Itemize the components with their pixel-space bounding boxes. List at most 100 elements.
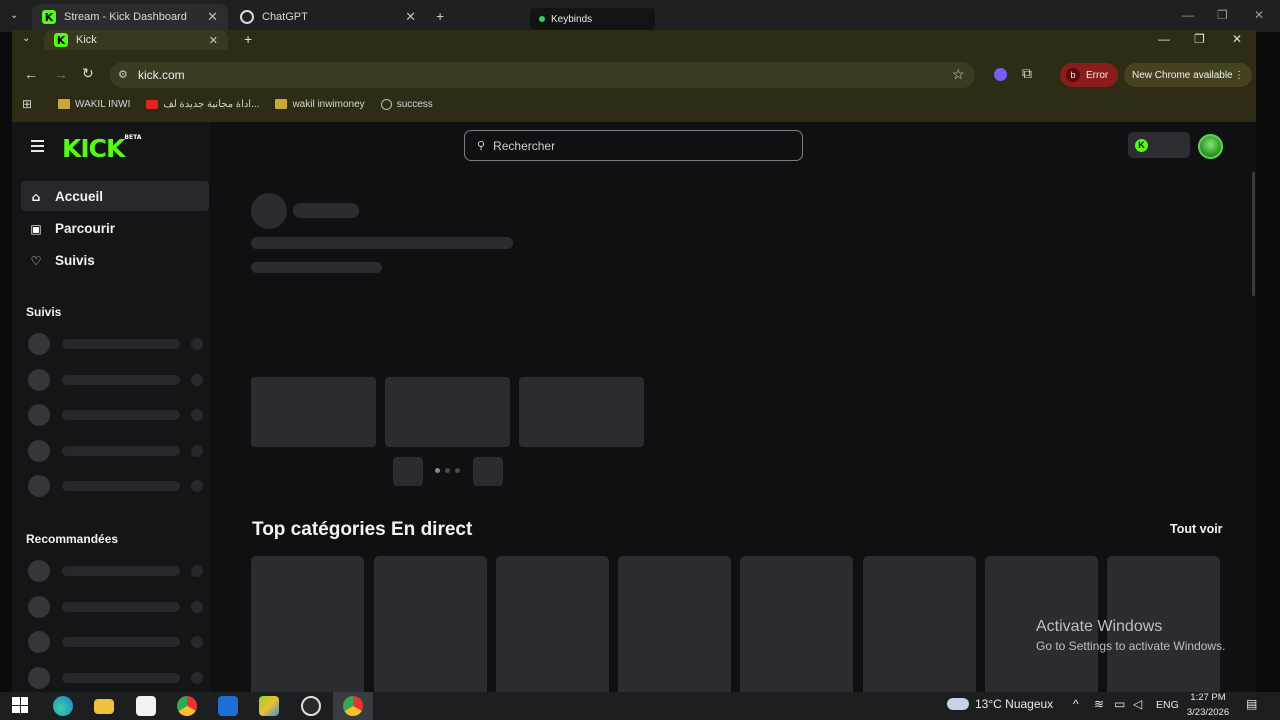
close-window-icon[interactable]: ✕: [1232, 32, 1242, 46]
tab-label: Stream - Kick Dashboard: [64, 11, 187, 23]
extensions-puzzle-icon[interactable]: ⧉: [1022, 65, 1032, 82]
avatar[interactable]: [1198, 134, 1223, 159]
wifi-icon[interactable]: ≋: [1094, 697, 1104, 711]
menu-hamburger-icon[interactable]: [31, 140, 44, 155]
bookmark-item[interactable]: WAKIL INWI: [58, 99, 130, 110]
search-input[interactable]: ⚲ Rechercher: [464, 130, 803, 161]
tab-list-icon[interactable]: ⌄: [22, 33, 30, 44]
home-icon: ⌂: [31, 189, 41, 204]
edge-icon[interactable]: [53, 696, 73, 716]
carousel-card[interactable]: [251, 377, 376, 447]
search-icon: ⚲: [477, 139, 486, 152]
address-bar[interactable]: ⚙ kick.com ☆: [110, 62, 975, 88]
folder-icon: [58, 99, 70, 109]
close-icon[interactable]: ✕: [209, 34, 218, 47]
weather-cloud-icon[interactable]: [947, 698, 969, 710]
obs-icon[interactable]: [301, 696, 321, 716]
windows-start-icon[interactable]: [12, 697, 28, 713]
clock-time: 1:27 PM: [1190, 692, 1226, 703]
bookmark-label: wakil inwimoney: [292, 98, 365, 110]
keybinds-indicator[interactable]: Keybinds: [530, 8, 655, 30]
sidebar-item-suivis[interactable]: ♡ Suivis: [21, 245, 209, 275]
bookmark-star-icon[interactable]: ☆: [952, 66, 965, 83]
category-card[interactable]: [863, 556, 976, 692]
carousel-prev-button[interactable]: [393, 457, 423, 486]
error-label: Error: [1086, 69, 1109, 81]
channel-placeholder: [26, 667, 206, 689]
language-indicator[interactable]: ENG: [1156, 699, 1179, 711]
channel-placeholder: [26, 440, 206, 462]
chrome-icon[interactable]: [177, 696, 197, 716]
restore-icon[interactable]: ❐: [1217, 8, 1228, 22]
kick-action-button[interactable]: K: [1128, 132, 1190, 158]
sidebar-item-label: Suivis: [55, 252, 95, 268]
tab-kick-dashboard[interactable]: K Stream - Kick Dashboard ✕: [32, 4, 228, 30]
file-explorer-icon[interactable]: [94, 699, 114, 714]
chrome-profile-icon[interactable]: [343, 696, 363, 716]
category-card[interactable]: [496, 556, 609, 692]
carousel-card[interactable]: [519, 377, 644, 447]
see-all-link[interactable]: Tout voir: [1170, 522, 1223, 536]
channel-placeholder: [26, 369, 206, 391]
menu-dots-icon[interactable]: ⋮: [1234, 70, 1244, 81]
restore-icon[interactable]: ❐: [1194, 32, 1205, 46]
bookmarks-bar: WAKIL INWI اداة مجانية جديدة لف... wakil…: [12, 92, 433, 116]
watermark-subtitle: Go to Settings to activate Windows.: [1036, 639, 1226, 653]
minimize-icon[interactable]: —: [1182, 8, 1194, 22]
channel-placeholder: [26, 475, 206, 497]
volume-icon[interactable]: ◁: [1133, 697, 1142, 711]
clock[interactable]: 1:27 PM 3/23/2026: [1184, 690, 1232, 720]
close-icon[interactable]: ✕: [207, 9, 218, 25]
minimize-icon[interactable]: —: [1158, 32, 1170, 46]
tab-kick[interactable]: K Kick ✕: [44, 30, 228, 50]
kick-logo-icon: K: [1135, 138, 1148, 152]
new-tab-icon[interactable]: +: [244, 31, 252, 47]
back-icon[interactable]: ←: [24, 66, 38, 82]
section-recommended-heading: Recommandées: [26, 532, 119, 546]
forward-icon[interactable]: →: [54, 66, 68, 82]
tab-search-icon[interactable]: ⌄: [10, 10, 18, 21]
sidebar-item-parcourir[interactable]: ▣ Parcourir: [21, 213, 209, 243]
weather-text[interactable]: 13°C Nuageux: [975, 697, 1053, 711]
media-player-icon[interactable]: [218, 696, 238, 716]
battery-icon[interactable]: ▭: [1114, 697, 1125, 711]
featured-avatar-placeholder: [251, 193, 287, 229]
carousel-card[interactable]: [385, 377, 510, 447]
sidebar-item-label: Accueil: [55, 188, 104, 204]
category-card[interactable]: [740, 556, 853, 692]
tray-chevron-icon[interactable]: ^: [1073, 697, 1079, 711]
featured-meta-placeholder: [251, 262, 382, 273]
tab-label: Kick: [76, 34, 97, 46]
folder-icon: [275, 99, 288, 109]
kick-favicon-icon: K: [42, 10, 56, 24]
bookmark-item[interactable]: اداة مجانية جديدة لف...: [146, 99, 259, 110]
new-chrome-available-button[interactable]: New Chrome available ⋮: [1124, 63, 1252, 87]
sidebar-item-accueil[interactable]: ⌂ Accueil: [21, 181, 209, 211]
profile-avatar-icon: b: [1066, 68, 1080, 82]
bookmark-item[interactable]: success: [380, 98, 433, 110]
profile-error-button[interactable]: b Error: [1060, 63, 1118, 87]
bluestacks-icon[interactable]: [259, 696, 279, 716]
extension-icon[interactable]: [994, 68, 1007, 81]
reload-icon[interactable]: ↻: [82, 65, 94, 82]
close-window-icon[interactable]: ✕: [1254, 8, 1264, 22]
section-followed-heading: Suivis: [26, 305, 62, 319]
channel-placeholder: [26, 404, 206, 426]
scrollbar[interactable]: [1252, 172, 1255, 296]
kick-logo[interactable]: KICKBETA: [62, 134, 141, 163]
site-info-icon[interactable]: ⚙: [118, 68, 128, 81]
category-card[interactable]: [618, 556, 731, 692]
carousel-dots: [435, 468, 460, 473]
new-tab-icon[interactable]: +: [436, 8, 444, 24]
bookmark-item[interactable]: wakil inwimoney: [275, 98, 365, 110]
close-icon[interactable]: ✕: [405, 9, 416, 25]
notification-icon[interactable]: ▤: [1246, 697, 1257, 711]
featured-title-placeholder: [251, 237, 513, 249]
carousel-next-button[interactable]: [473, 457, 503, 486]
tab-chatgpt[interactable]: ChatGPT ✕: [230, 4, 426, 30]
category-card[interactable]: [374, 556, 487, 692]
keybinds-label: Keybinds: [551, 13, 593, 25]
category-card[interactable]: [251, 556, 364, 692]
store-icon[interactable]: [136, 696, 156, 716]
logo-badge: BETA: [124, 134, 142, 141]
